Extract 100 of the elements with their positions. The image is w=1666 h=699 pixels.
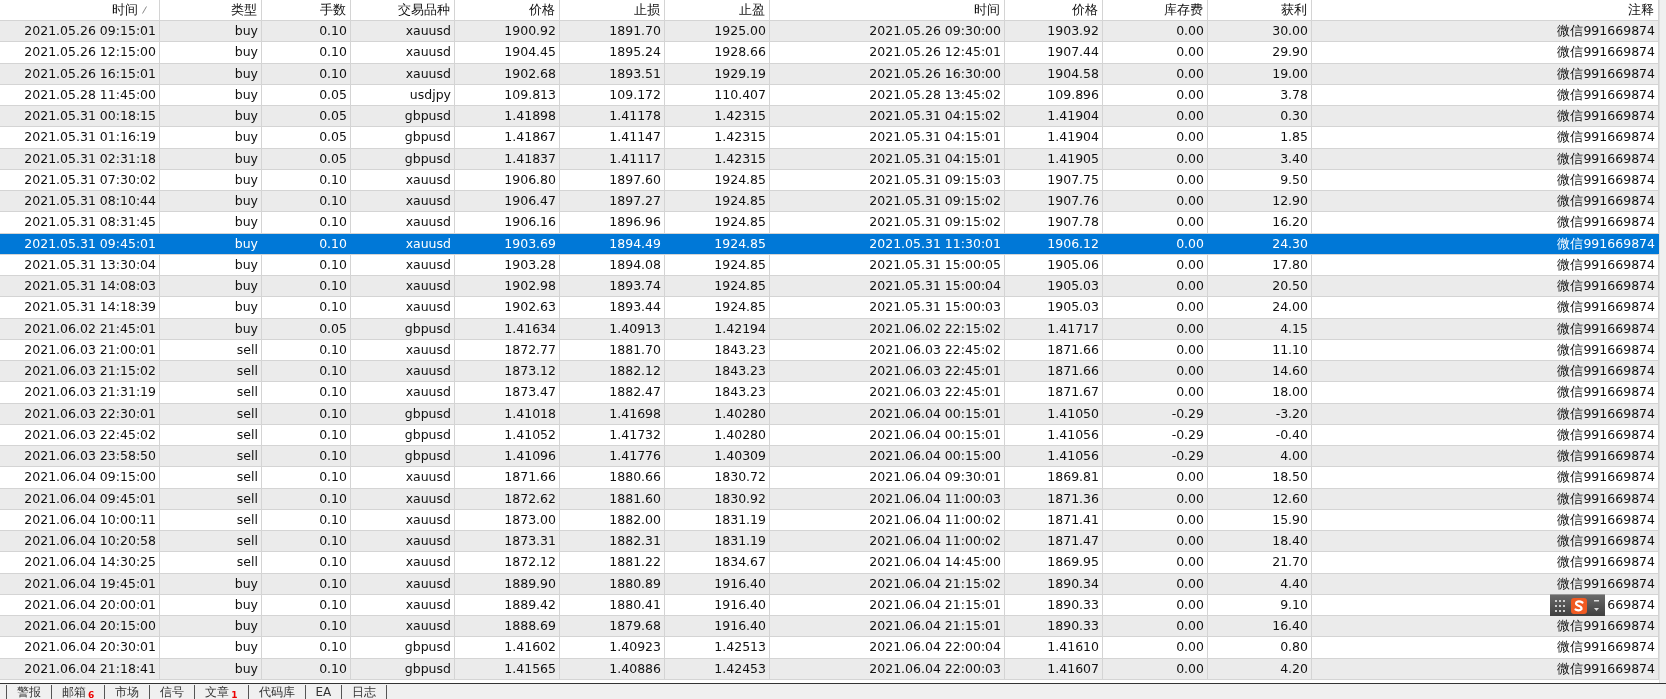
table-row[interactable]: 2021.06.04 20:30:01 buy 0.10 gbpusd 1.41602 1.40923 1.42513 2021.06.04 22:00:04 1.41610 0.00 0.80 微信991669874 <box>0 637 1659 659</box>
table-row[interactable]: 2021.05.31 14:08:03 buy 0.10 xauusd 1902.98 1893.74 1924.85 2021.05.31 15:00:04 1905.03 0.00 20.50 微信991669874 <box>0 276 1659 298</box>
table-cell: 2021.05.31 13:30:04 <box>0 254 160 275</box>
table-cell: 24.30 <box>1208 233 1312 254</box>
table-row[interactable]: 2021.05.31 08:31:45 buy 0.10 xauusd 1906.16 1896.96 1924.85 2021.05.31 09:15:02 1907.78 0.00 16.20 微信991669874 <box>0 212 1659 234</box>
table-row[interactable]: 2021.06.03 21:31:19 sell 0.10 xauusd 1873.47 1882.47 1843.23 2021.06.03 22:45:01 1871.67 0.00 18.00 微信991669874 <box>0 382 1659 404</box>
table-cell: 2021.06.03 22:45:02 <box>0 424 160 445</box>
table-cell: sell <box>160 467 262 488</box>
table-cell: 1880.66 <box>560 467 665 488</box>
table-row[interactable]: 2021.05.31 07:30:02 buy 0.10 xauusd 1906.80 1897.60 1924.85 2021.05.31 09:15:03 1907.75 0.00 9.50 微信991669874 <box>0 169 1659 191</box>
table-row[interactable]: 2021.06.02 21:45:01 buy 0.05 gbpusd 1.41634 1.40913 1.42194 2021.06.02 22:15:02 1.41717 0.00 4.15 微信991669874 <box>0 318 1659 340</box>
tab[interactable]: 信号 <box>149 685 195 699</box>
table-cell: 20.50 <box>1208 276 1312 297</box>
column-header[interactable]: 止盈 <box>665 0 770 20</box>
column-header[interactable]: 价格 <box>1005 0 1103 20</box>
table-row[interactable]: 2021.06.03 22:45:02 sell 0.10 gbpusd 1.41052 1.41732 1.40280 2021.06.04 00:15:01 1.41056 -0.29 -0.40 微信991669874 <box>0 424 1659 446</box>
table-row[interactable]: 2021.06.04 19:45:01 buy 0.10 xauusd 1889.90 1880.89 1916.40 2021.06.04 21:15:02 1890.34 0.00 4.40 微信991669874 <box>0 573 1659 595</box>
table-cell: 0.10 <box>262 637 351 658</box>
table-cell: 14.60 <box>1208 361 1312 382</box>
scrollbar[interactable] <box>1659 0 1666 683</box>
count-label: 1 <box>231 691 238 699</box>
table-row[interactable]: 2021.06.04 09:15:00 sell 0.10 xauusd 1871.66 1880.66 1830.72 2021.06.04 09:30:01 1869.81 0.00 18.50 微信991669874 <box>0 467 1659 489</box>
table-row[interactable]: 2021.05.31 02:31:18 buy 0.05 gbpusd 1.41837 1.41117 1.42315 2021.05.31 04:15:01 1.41905 0.00 3.40 微信991669874 <box>0 148 1659 170</box>
table-cell: 1.42194 <box>665 318 770 339</box>
column-header[interactable]: 手数 <box>262 0 351 20</box>
table-cell: 21.70 <box>1208 552 1312 573</box>
column-header[interactable]: 时间 <box>0 0 160 20</box>
column-header[interactable]: 价格 <box>455 0 560 20</box>
table-row[interactable]: 2021.06.04 09:45:01 sell 0.10 xauusd 1872.62 1881.60 1830.92 2021.06.04 11:00:03 1871.36 0.00 12.60 微信991669874 <box>0 488 1659 510</box>
table-row[interactable]: 2021.05.28 11:45:00 buy 0.05 usdjpy 109.813 109.172 110.407 2021.05.28 13:45:02 109.896 0.00 3.78 微信991669874 <box>0 84 1659 106</box>
table-cell: 2021.05.26 12:45:01 <box>770 42 1005 63</box>
table-cell: 2021.06.04 21:18:41 <box>0 658 160 679</box>
table-row[interactable]: 2021.06.03 21:15:02 sell 0.10 xauusd 1873.12 1882.12 1843.23 2021.06.03 22:45:01 1871.66 0.00 14.60 微信991669874 <box>0 361 1659 383</box>
table-cell: 1890.34 <box>1005 573 1103 594</box>
table-cell: 1916.40 <box>665 616 770 637</box>
column-header[interactable]: 类型 <box>160 0 262 20</box>
column-header[interactable]: 止损 <box>560 0 665 20</box>
table-cell: 1843.23 <box>665 339 770 360</box>
table-row[interactable]: 2021.05.31 08:10:44 buy 0.10 xauusd 1906.47 1897.27 1924.85 2021.05.31 09:15:02 1907.76 0.00 12.90 微信991669874 <box>0 191 1659 213</box>
tab[interactable]: 市场 <box>104 685 150 699</box>
table-cell: 1831.19 <box>665 509 770 530</box>
input-method-toolbar[interactable] <box>1550 594 1605 616</box>
tab[interactable]: 代码库 <box>247 685 305 699</box>
table-cell: buy <box>160 318 262 339</box>
table-cell: 1879.68 <box>560 616 665 637</box>
table-cell: 1.42315 <box>665 127 770 148</box>
table-row[interactable]: 2021.06.03 23:58:50 sell 0.10 gbpusd 1.41096 1.41776 1.40309 2021.06.04 00:15:00 1.41056 -0.29 4.00 微信991669874 <box>0 446 1659 468</box>
table-cell: 17.80 <box>1208 254 1312 275</box>
column-header[interactable]: 时间 <box>770 0 1005 20</box>
table-cell: 12.60 <box>1208 488 1312 509</box>
table-cell: 1871.66 <box>1005 339 1103 360</box>
table-row[interactable]: 2021.05.26 09:15:01 buy 0.10 xauusd 1900.92 1891.70 1925.00 2021.05.26 09:30:00 1903.92 0.00 30.00 微信991669874 <box>0 21 1659 43</box>
table-cell: 2021.05.31 01:16:19 <box>0 127 160 148</box>
table-cell: 0.10 <box>262 382 351 403</box>
table-row[interactable]: 2021.06.03 22:30:01 sell 0.10 gbpusd 1.41018 1.41698 1.40280 2021.06.04 00:15:01 1.41050 -0.29 -3.20 微信991669874 <box>0 403 1659 425</box>
table-cell: 2021.05.31 02:31:18 <box>0 148 160 169</box>
column-header[interactable]: 交易品种 <box>351 0 455 20</box>
table-row[interactable]: 2021.06.04 10:00:11 sell 0.10 xauusd 1873.00 1882.00 1831.19 2021.06.04 11:00:02 1871.41 0.00 15.90 微信991669874 <box>0 509 1659 531</box>
table-row[interactable]: 2021.05.31 14:18:39 buy 0.10 xauusd 1902.63 1893.44 1924.85 2021.05.31 15:00:03 1905.03 0.00 24.00 微信991669874 <box>0 297 1659 319</box>
table-cell: buy <box>160 106 262 127</box>
column-header[interactable]: 获利 <box>1208 0 1312 20</box>
tab[interactable]: 日志 <box>341 685 388 699</box>
table-cell: 2021.06.02 21:45:01 <box>0 318 160 339</box>
tab[interactable]: 警报 <box>6 685 51 699</box>
table-cell: sell <box>160 509 262 530</box>
table-cell: 0.00 <box>1103 276 1208 297</box>
table-cell: 1881.70 <box>560 339 665 360</box>
table-cell: buy <box>160 297 262 318</box>
table-row[interactable]: 2021.05.26 12:15:00 buy 0.10 xauusd 1904.45 1895.24 1928.66 2021.05.26 12:45:01 1907.44 0.00 29.90 微信991669874 <box>0 42 1659 64</box>
table-row[interactable]: 2021.05.26 16:15:01 buy 0.10 xauusd 1902.68 1893.51 1929.19 2021.05.26 16:30:00 1904.58 0.00 19.00 微信991669874 <box>0 63 1659 85</box>
table-row[interactable]: 2021.05.31 01:16:19 buy 0.05 gbpusd 1.41867 1.41147 1.42315 2021.05.31 04:15:01 1.41904 0.00 1.85 微信991669874 <box>0 127 1659 149</box>
table-cell: 19.00 <box>1208 63 1312 84</box>
table-row[interactable]: 2021.05.31 00:18:15 buy 0.05 gbpusd 1.41898 1.41178 1.42315 2021.05.31 04:15:02 1.41904 0.00 0.30 微信991669874 <box>0 106 1659 128</box>
table-cell: 0.05 <box>262 148 351 169</box>
table-cell: 2021.06.04 09:45:01 <box>0 488 160 509</box>
table-cell: buy <box>160 573 262 594</box>
table-row[interactable]: 2021.06.04 21:18:41 buy 0.10 gbpusd 1.41565 1.40886 1.42453 2021.06.04 22:00:03 1.41607 0.00 4.20 微信991669874 <box>0 658 1659 680</box>
table-row[interactable]: 2021.06.04 20:15:00 buy 0.10 xauusd 1888.69 1879.68 1916.40 2021.06.04 21:15:01 1890.33 0.00 16.40 微信991669874 <box>0 616 1659 638</box>
column-header[interactable]: 库存费 <box>1103 0 1208 20</box>
table-cell: 2021.06.04 11:00:03 <box>770 488 1005 509</box>
table-row[interactable]: 2021.06.04 10:20:58 sell 0.10 xauusd 1873.31 1882.31 1831.19 2021.06.04 11:00:02 1871.47 0.00 18.40 微信991669874 <box>0 531 1659 553</box>
table-row[interactable]: 2021.06.04 14:30:25 sell 0.10 xauusd 1872.12 1881.22 1834.67 2021.06.04 14:45:00 1869.95 0.00 21.70 微信991669874 <box>0 552 1659 574</box>
tab[interactable]: EA <box>304 685 342 699</box>
table-cell: 1.41096 <box>455 446 560 467</box>
table-cell: 2021.06.04 22:00:03 <box>770 658 1005 679</box>
table-cell: buy <box>160 127 262 148</box>
table-cell: 2021.06.03 22:45:02 <box>770 339 1005 360</box>
table-cell: 1903.69 <box>455 233 560 254</box>
table-cell: 2021.05.31 14:18:39 <box>0 297 160 318</box>
table-cell: 1888.69 <box>455 616 560 637</box>
table-cell: 1880.89 <box>560 573 665 594</box>
table-row[interactable]: 2021.06.03 21:00:01 sell 0.10 xauusd 1872.77 1881.70 1843.23 2021.06.03 22:45:02 1871.66 0.00 11.10 微信991669874 <box>0 339 1659 361</box>
table-cell: 2021.06.04 14:30:25 <box>0 552 160 573</box>
table-row[interactable]: 2021.05.31 13:30:04 buy 0.10 xauusd 1903.28 1894.08 1924.85 2021.05.31 15:00:05 1905.06 0.00 17.80 微信991669874 <box>0 254 1659 276</box>
table-cell: 18.40 <box>1208 531 1312 552</box>
count-label: 6 <box>88 691 95 699</box>
table-cell: 1.42315 <box>665 106 770 127</box>
table-row[interactable]: 2021.05.31 09:45:01 buy 0.10 xauusd 1903.69 1894.49 1924.85 2021.05.31 11:30:01 1906.12 0.00 24.30 微信991669874 <box>0 233 1659 255</box>
table-cell: 0.00 <box>1103 382 1208 403</box>
table-cell: 1.41634 <box>455 318 560 339</box>
